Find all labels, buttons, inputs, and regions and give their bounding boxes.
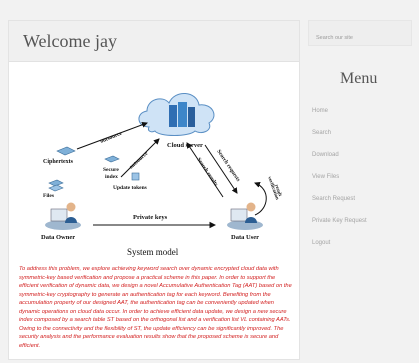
search-results-label: Search results (195, 157, 218, 188)
data-owner-label: Data Owner (41, 234, 75, 241)
cloud-server-label: Cloud server (167, 142, 203, 149)
menu-item-logout[interactable]: Logout (312, 232, 367, 254)
menu-item-private-key-request[interactable]: Private Key Request (312, 210, 367, 232)
private-keys-label: Private keys (133, 214, 168, 221)
system-model-diagram: Cloud server Ciphertexts outsource outso… (41, 93, 282, 257)
ciphertexts-label: Ciphertexts (43, 159, 74, 165)
sidebar: Menu Home Search Download View Files Sea… (308, 20, 419, 360)
data-user-icon (227, 202, 263, 230)
menu-item-home[interactable]: Home (312, 100, 367, 122)
main-content-panel: Welcome jay Cloud server Ciphertexts out… (8, 20, 300, 360)
menu-item-view-files[interactable]: View Files (312, 166, 367, 188)
data-owner-icon (45, 202, 81, 230)
outsource-left-label: outsource (100, 131, 124, 145)
title-bar: Welcome jay (9, 21, 299, 62)
menu-list: Home Search Download View Files Search R… (312, 100, 367, 254)
index-label: index (105, 174, 118, 180)
abstract-paragraph: To address this problem, we explore achi… (19, 266, 292, 349)
menu-title: Menu (340, 70, 378, 87)
menu-item-download[interactable]: Download (312, 144, 367, 166)
diagram-caption: System model (127, 247, 179, 257)
menu-item-search[interactable]: Search (312, 122, 367, 144)
ciphertexts-icon (56, 146, 76, 156)
page-title: Welcome jay (23, 31, 118, 51)
secure-label: Secure (103, 167, 119, 173)
outsource-mid-label: outsource (128, 150, 149, 170)
search-input[interactable] (308, 20, 412, 46)
update-tokens-icon (131, 172, 140, 181)
files-label: Files (43, 193, 54, 199)
files-icon (48, 179, 64, 192)
data-user-label: Data User (231, 234, 259, 241)
secure-index-icon (104, 155, 120, 163)
update-tokens-label: Update tokens (113, 185, 147, 191)
menu-item-search-request[interactable]: Search Request (312, 188, 367, 210)
